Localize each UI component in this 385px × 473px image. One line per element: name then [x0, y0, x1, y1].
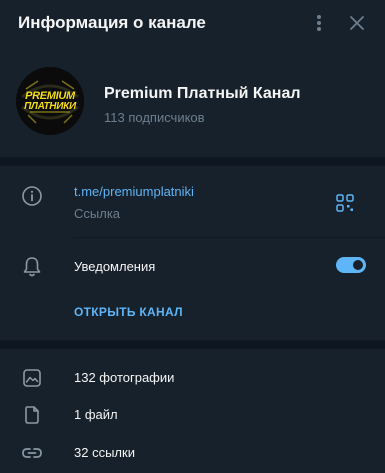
open-channel-button[interactable]: ОТКРЫТЬ КАНАЛ: [74, 305, 183, 319]
qr-code-button[interactable]: [333, 191, 357, 215]
media-row-files[interactable]: 1 файл: [0, 397, 385, 433]
section-divider: [0, 340, 385, 349]
media-row-photos[interactable]: 132 фотографии: [0, 360, 385, 396]
media-label-files: 1 файл: [74, 407, 118, 422]
dialog-header: Информация о канале: [0, 0, 385, 46]
info-icon: [20, 184, 44, 208]
media-label-links: 32 ссылки: [74, 445, 135, 460]
section-divider: [0, 157, 385, 166]
notifications-label: Уведомления: [74, 259, 156, 274]
toggle-knob: [351, 258, 365, 272]
channel-avatar[interactable]: PREMIUM ПЛАТНИКИ: [16, 67, 84, 135]
channel-link-caption: Ссылка: [74, 206, 121, 221]
file-icon: [20, 403, 44, 427]
channel-profile: PREMIUM ПЛАТНИКИ Premium Платный Канал 1…: [0, 60, 385, 140]
channel-link[interactable]: t.me/premiumplatniki: [74, 184, 194, 199]
bell-icon: [20, 255, 44, 279]
row-separator: [74, 237, 385, 238]
media-label-photos: 132 фотографии: [74, 370, 175, 385]
qr-code-icon: [336, 194, 354, 212]
link-icon: [20, 441, 44, 465]
more-vertical-icon: [317, 15, 321, 31]
close-button[interactable]: [346, 12, 368, 34]
avatar-logo-text-bottom: ПЛАТНИКИ: [24, 101, 76, 112]
subscriber-count: 113 подписчиков: [104, 110, 205, 125]
notifications-toggle[interactable]: [336, 257, 366, 273]
dialog-title: Информация о канале: [18, 13, 206, 32]
photo-icon: [20, 366, 44, 390]
more-menu-button[interactable]: [308, 12, 330, 34]
channel-name: Premium Платный Канал: [104, 85, 301, 102]
close-icon: [350, 16, 364, 30]
media-row-links[interactable]: 32 ссылки: [0, 435, 385, 471]
